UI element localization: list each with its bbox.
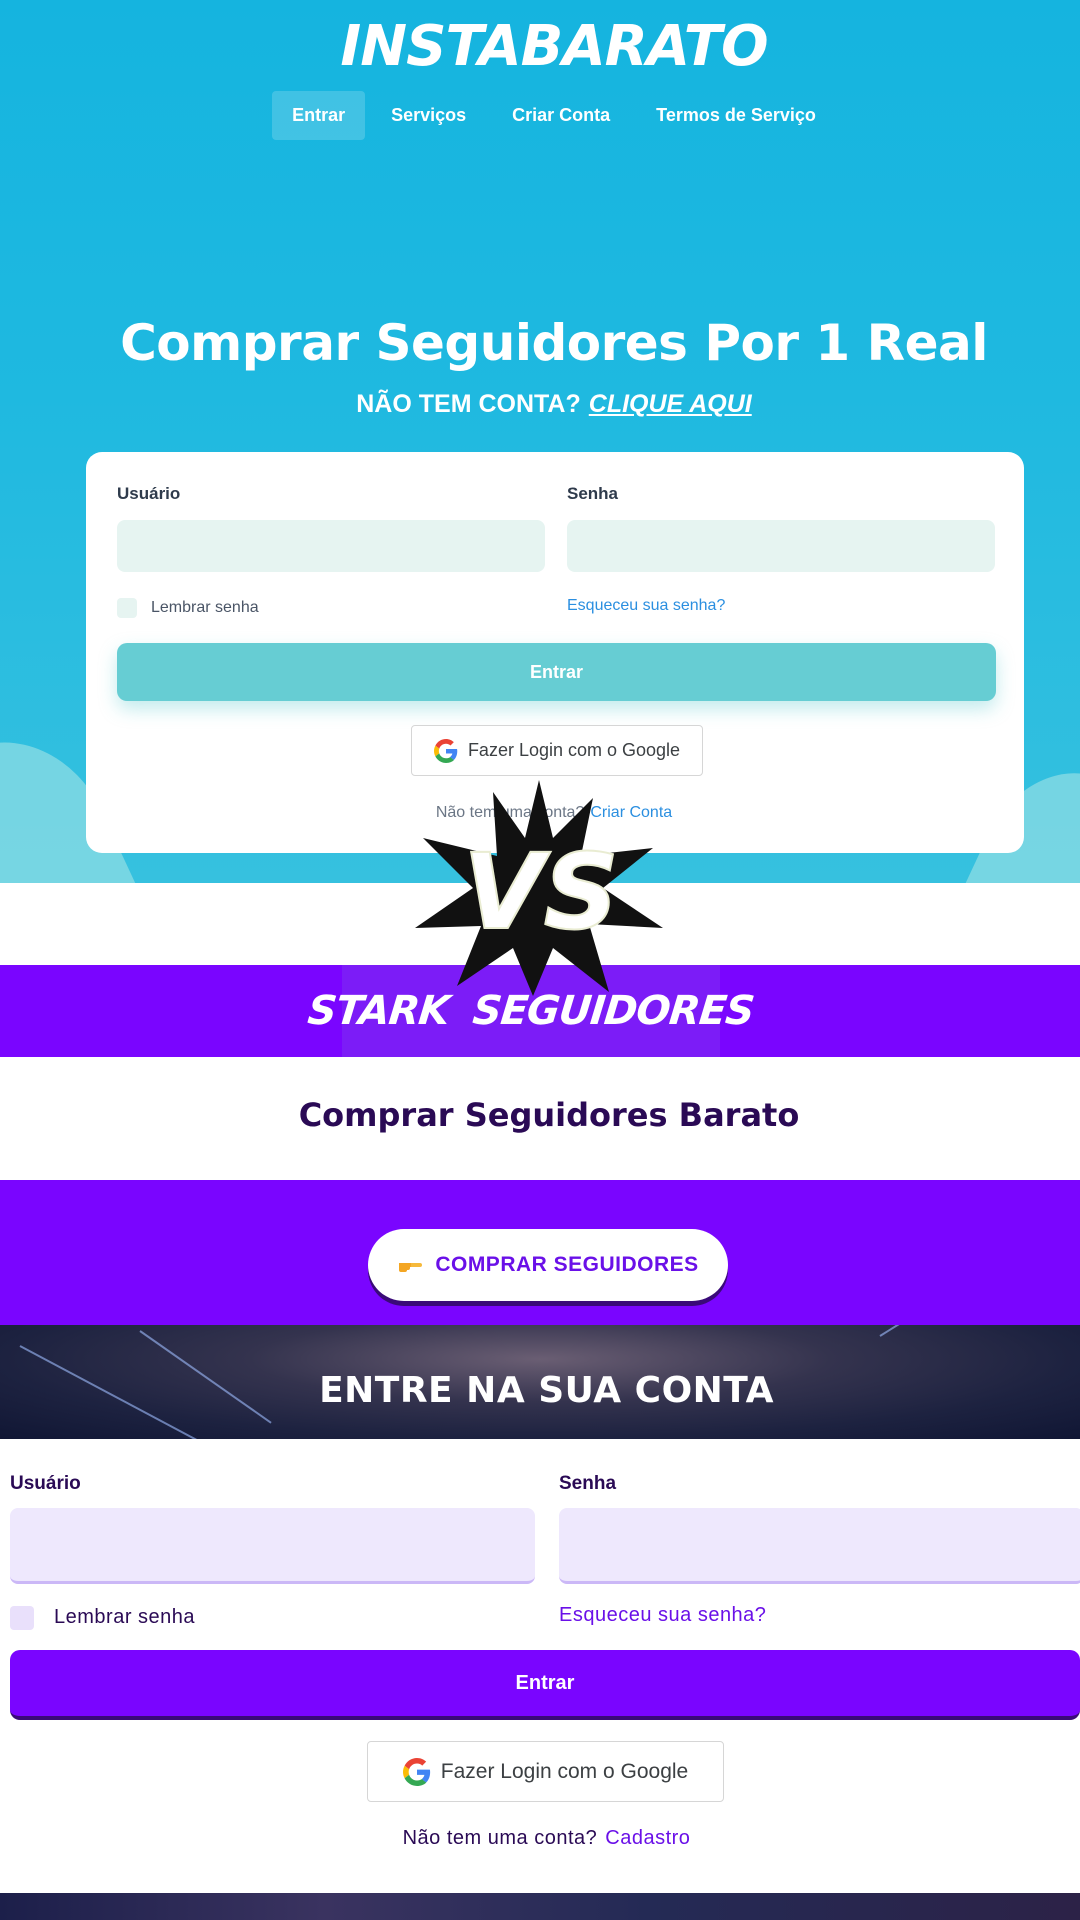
buy-followers-button[interactable]: COMPRAR SEGUIDORES: [368, 1229, 728, 1301]
main-nav: Entrar Serviços Criar Conta Termos de Se…: [0, 91, 1080, 140]
stark-page-title: Comprar Seguidores Barato: [298, 1096, 800, 1134]
username-label: Usuário: [10, 1473, 81, 1494]
login-button[interactable]: Entrar: [10, 1650, 1080, 1720]
no-account-text: NÃO TEM CONTA?: [356, 390, 581, 418]
google-icon: [402, 1757, 430, 1786]
remember-checkbox[interactable]: [10, 1606, 34, 1630]
login-hero-title: ENTRE NA SUA CONTA: [319, 1370, 774, 1411]
google-login-button[interactable]: Fazer Login com o Google: [367, 1741, 724, 1802]
register-link[interactable]: Cadastro: [605, 1827, 690, 1849]
signup-prompt-text: Não tem uma conta?: [402, 1827, 598, 1849]
nav-servicos[interactable]: Serviços: [371, 91, 486, 140]
vs-burst-icon: VS: [415, 780, 663, 996]
username-input[interactable]: [117, 520, 545, 572]
remember-label: Lembrar senha: [54, 1606, 196, 1628]
footer-image-strip: [0, 1893, 1080, 1920]
hero-subtitle: NÃO TEM CONTA? CLIQUE AQUI: [0, 390, 1080, 419]
nav-entrar[interactable]: Entrar: [272, 91, 366, 140]
nav-criar-conta[interactable]: Criar Conta: [492, 91, 630, 140]
google-login-label: Fazer Login com o Google: [467, 740, 681, 760]
password-label: Senha: [559, 1473, 617, 1494]
click-here-link[interactable]: CLIQUE AQUI: [589, 390, 752, 418]
username-label: Usuário: [117, 484, 181, 503]
signup-prompt: Não tem uma conta? Cadastro: [0, 1827, 1080, 1850]
vs-text: VS: [463, 831, 618, 953]
forgot-password-link[interactable]: Esqueceu sua senha?: [567, 597, 725, 615]
forgot-password-link[interactable]: Esqueceu sua senha?: [559, 1604, 766, 1627]
google-login-button[interactable]: Fazer Login com o Google: [411, 725, 703, 776]
password-label: Senha: [567, 484, 619, 503]
remember-checkbox[interactable]: [117, 598, 137, 618]
nav-termos[interactable]: Termos de Serviço: [636, 91, 836, 140]
instabarato-logo[interactable]: INSTABARATO: [0, 14, 1080, 79]
hero-title: Comprar Seguidores Por 1 Real: [120, 314, 988, 372]
pointing-hand-icon: [399, 1263, 423, 1272]
remember-label: Lembrar senha: [151, 599, 259, 616]
password-input[interactable]: [559, 1508, 1080, 1584]
google-icon: [433, 738, 458, 763]
login-button[interactable]: Entrar: [117, 643, 996, 701]
password-input[interactable]: [567, 520, 995, 572]
google-login-label: Fazer Login com o Google: [440, 1759, 689, 1783]
buy-followers-label: COMPRAR SEGUIDORES: [435, 1253, 699, 1276]
username-input[interactable]: [10, 1508, 535, 1584]
